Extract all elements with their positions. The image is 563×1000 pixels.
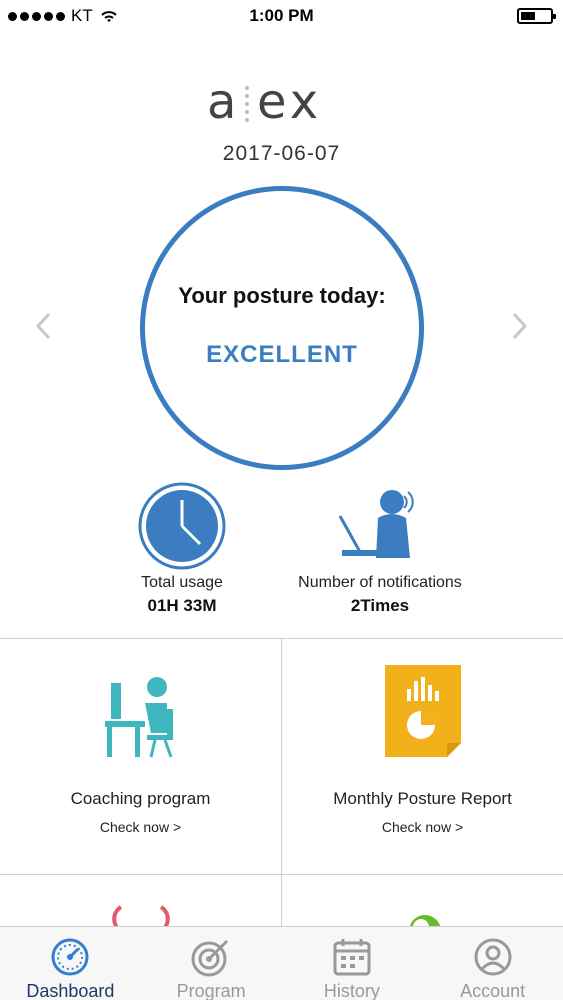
posture-circle[interactable]: Your posture today: EXCELLENT — [140, 186, 424, 470]
report-document-icon — [384, 665, 461, 757]
tab-bar: Dashboard Program History Account — [0, 926, 563, 1000]
speedometer-icon — [51, 938, 89, 976]
chevron-right-icon — [512, 312, 528, 340]
svg-text:a: a — [207, 78, 240, 128]
tab-program-label: Program — [176, 981, 246, 1000]
usage-value: 01H 33M — [147, 596, 217, 615]
total-usage-stat: Total usage 01H 33M — [100, 482, 264, 616]
usage-label: Total usage — [141, 574, 223, 591]
posture-result: EXCELLENT — [206, 341, 358, 368]
tab-account-label: Account — [460, 981, 526, 1000]
posture-question: Your posture today: — [178, 283, 386, 308]
tab-dashboard-label: Dashboard — [26, 981, 115, 1000]
monthly-report-link[interactable]: Check now > — [282, 819, 563, 835]
notifications-label: Number of notifications — [298, 574, 462, 591]
tab-history-label: History — [323, 981, 380, 1000]
clock-icon — [138, 482, 226, 570]
feature-grid: Coaching program Check now > Monthly Pos… — [0, 638, 563, 935]
laptop-user-icon — [338, 490, 414, 558]
battery-icon — [517, 8, 556, 24]
notifications-stat: Number of notifications 2Times — [270, 482, 490, 616]
tab-history[interactable]: History — [282, 927, 423, 1000]
user-icon — [474, 938, 512, 976]
tab-dashboard[interactable]: Dashboard — [0, 927, 141, 1000]
calendar-icon — [333, 939, 371, 976]
previous-day-arrow[interactable] — [34, 310, 54, 350]
status-bar: KT 1:00 PM — [0, 0, 563, 34]
coaching-program-card[interactable]: Coaching program Check now > — [0, 639, 282, 875]
desk-worker-icon — [104, 677, 173, 758]
svg-text:ex: ex — [257, 78, 322, 128]
monthly-report-card[interactable]: Monthly Posture Report Check now > — [282, 639, 563, 875]
chevron-left-icon — [35, 312, 51, 340]
status-time: 1:00 PM — [249, 6, 314, 25]
tab-account[interactable]: Account — [422, 927, 563, 1000]
notifications-value: 2Times — [350, 596, 410, 615]
tab-program[interactable]: Program — [141, 927, 282, 1000]
next-day-arrow[interactable] — [509, 310, 529, 350]
coaching-program-link[interactable]: Check now > — [0, 819, 281, 835]
current-date: 2017-06-07 — [222, 142, 341, 165]
coaching-program-title: Coaching program — [70, 789, 211, 808]
app-logo: a ex — [0, 74, 563, 140]
target-icon — [191, 939, 229, 977]
alex-logo: a ex — [207, 74, 322, 130]
monthly-report-title: Monthly Posture Report — [333, 789, 512, 808]
